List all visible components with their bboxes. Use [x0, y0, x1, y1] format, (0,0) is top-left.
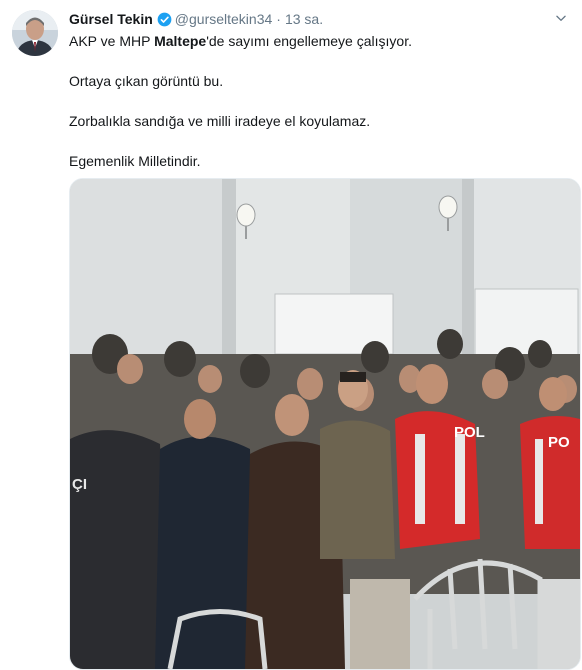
tweet-photo[interactable]: POL PO ÇI — [69, 178, 581, 670]
tweet-line-2: Ortaya çıkan görüntü bu. — [69, 73, 224, 89]
tweet-text: AKP ve MHP Maltepe'de sayımı engellemeye… — [69, 31, 568, 191]
display-name[interactable]: Gürsel Tekin — [69, 11, 153, 27]
user-handle[interactable]: @gurseltekin34 — [175, 11, 273, 27]
tweet-line-1-prefix: AKP ve MHP — [69, 33, 155, 49]
chevron-down-icon[interactable] — [554, 11, 568, 25]
tweet-line-1-suffix: 'de sayımı engellemeye çalışıyor. — [206, 33, 412, 49]
tweet-line-1: AKP ve MHP Maltepe'de sayımı engellemeye… — [69, 31, 568, 51]
verified-badge-icon — [157, 12, 172, 27]
jacket-text: ÇI — [72, 476, 87, 493]
vest-text-left: POL — [454, 424, 485, 441]
separator-dot: · — [276, 11, 281, 27]
tweet-header: Gürsel Tekin @gurseltekin34 · 13 sa. — [69, 9, 568, 29]
timestamp[interactable]: 13 sa. — [285, 11, 323, 27]
tweet-line-4: Egemenlik Milletindir. — [69, 153, 201, 169]
hashtag-maltepe[interactable]: Maltepe — [154, 33, 206, 49]
avatar[interactable] — [12, 10, 58, 56]
tweet-card[interactable]: Gürsel Tekin @gurseltekin34 · 13 sa. AKP… — [0, 0, 582, 670]
tweet-line-3: Zorbalıkla sandığa ve milli iradeye el k… — [69, 113, 371, 129]
vest-text-right: PO — [548, 434, 570, 451]
